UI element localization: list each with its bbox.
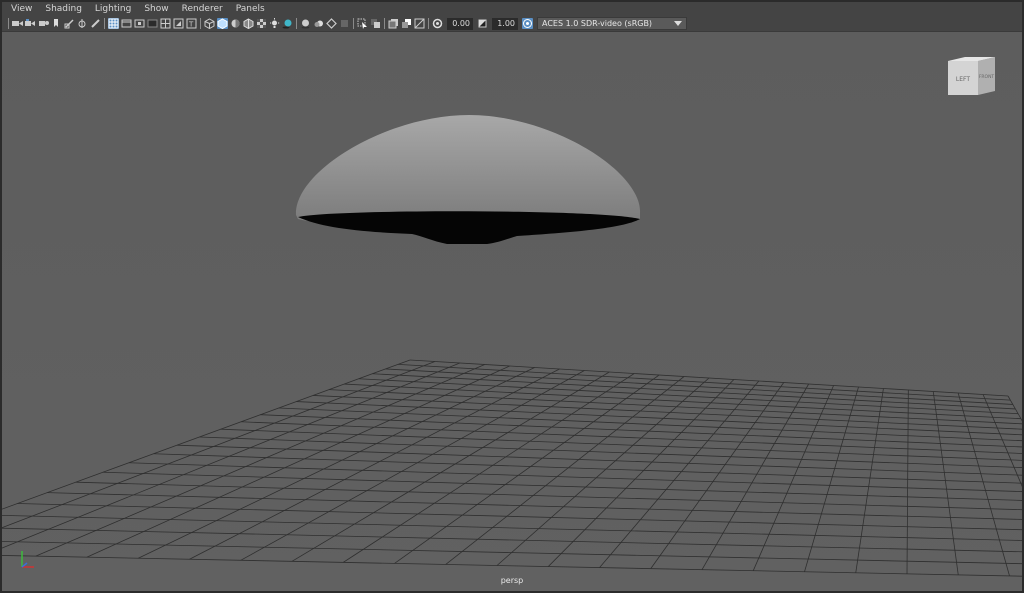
wireframe-icon[interactable] — [204, 18, 215, 29]
xray-icon[interactable] — [370, 18, 381, 29]
exposure-icon[interactable] — [432, 18, 443, 29]
motion-blur-icon[interactable] — [313, 18, 324, 29]
gate-mask-icon[interactable] — [147, 18, 158, 29]
toolbar-separator — [428, 18, 429, 29]
pencil-icon[interactable] — [90, 18, 101, 29]
3d-viewport[interactable]: LEFT FRONT persp — [2, 33, 1022, 591]
lights-icon[interactable] — [269, 18, 280, 29]
panel-toolbar: T 0.00 1.00 ACES 1.0 SDR-video (sRGB) — [2, 16, 1022, 32]
menu-panels[interactable]: Panels — [236, 4, 265, 14]
view-cube-left-label[interactable]: LEFT — [956, 76, 970, 83]
view-transform-dropdown[interactable]: ACES 1.0 SDR-video (sRGB) — [537, 17, 687, 30]
image-plane-icon[interactable] — [51, 18, 62, 29]
grid-icon[interactable] — [108, 18, 119, 29]
depth-of-field-icon[interactable] — [339, 18, 350, 29]
exposure-field[interactable]: 0.00 — [447, 17, 473, 30]
toolbar-separator — [384, 18, 385, 29]
menu-view[interactable]: View — [11, 4, 32, 14]
view-cube-front-label[interactable]: FRONT — [979, 74, 995, 80]
view-cube[interactable]: LEFT FRONT — [948, 57, 996, 101]
anti-aliasing-icon[interactable] — [326, 18, 337, 29]
maya-viewport-panel: View Shading Lighting Show Renderer Pane… — [0, 0, 1024, 593]
gamma-icon[interactable] — [477, 18, 488, 29]
field-chart-icon[interactable] — [160, 18, 171, 29]
wireframe-on-shaded-icon[interactable] — [243, 18, 254, 29]
smooth-shade-icon[interactable] — [217, 18, 228, 29]
menu-lighting[interactable]: Lighting — [95, 4, 131, 14]
panel-menu-bar: View Shading Lighting Show Renderer Pane… — [2, 2, 1022, 16]
camera-name-label: persp — [500, 576, 524, 585]
backface-culling-icon[interactable] — [414, 18, 425, 29]
menu-shading[interactable]: Shading — [45, 4, 82, 14]
grease-pencil-icon[interactable] — [77, 18, 88, 29]
film-gate-icon[interactable] — [121, 18, 132, 29]
menu-renderer[interactable]: Renderer — [182, 4, 223, 14]
view-transform-label: ACES 1.0 SDR-video (sRGB) — [542, 19, 653, 28]
resolution-gate-icon[interactable] — [134, 18, 145, 29]
safe-title-icon[interactable]: T — [186, 18, 197, 29]
safe-action-icon[interactable] — [173, 18, 184, 29]
toolbar-separator — [353, 18, 354, 29]
svg-text:T: T — [188, 21, 194, 29]
axis-indicator-icon — [16, 549, 40, 575]
shadows-icon[interactable] — [282, 18, 293, 29]
menu-show[interactable]: Show — [144, 4, 168, 14]
ambient-occlusion-icon[interactable] — [300, 18, 311, 29]
gamma-field[interactable]: 1.00 — [492, 17, 518, 30]
default-material-icon[interactable] — [230, 18, 241, 29]
chevron-down-icon — [674, 19, 682, 28]
bookmarks-icon[interactable] — [38, 18, 49, 29]
camera-attributes-icon[interactable] — [25, 18, 36, 29]
xray-active-components-icon[interactable] — [401, 18, 412, 29]
toolbar-separator — [296, 18, 297, 29]
toolbar-separator — [200, 18, 201, 29]
color-management-icon[interactable] — [522, 18, 533, 29]
textured-icon[interactable] — [256, 18, 267, 29]
2d-pan-zoom-icon[interactable] — [64, 18, 75, 29]
select-camera-icon[interactable] — [12, 18, 23, 29]
xray-joints-icon[interactable] — [388, 18, 399, 29]
isolate-select-icon[interactable] — [357, 18, 368, 29]
toolbar-separator — [8, 18, 9, 29]
scene-canvas — [2, 33, 1022, 591]
toolbar-separator — [104, 18, 105, 29]
